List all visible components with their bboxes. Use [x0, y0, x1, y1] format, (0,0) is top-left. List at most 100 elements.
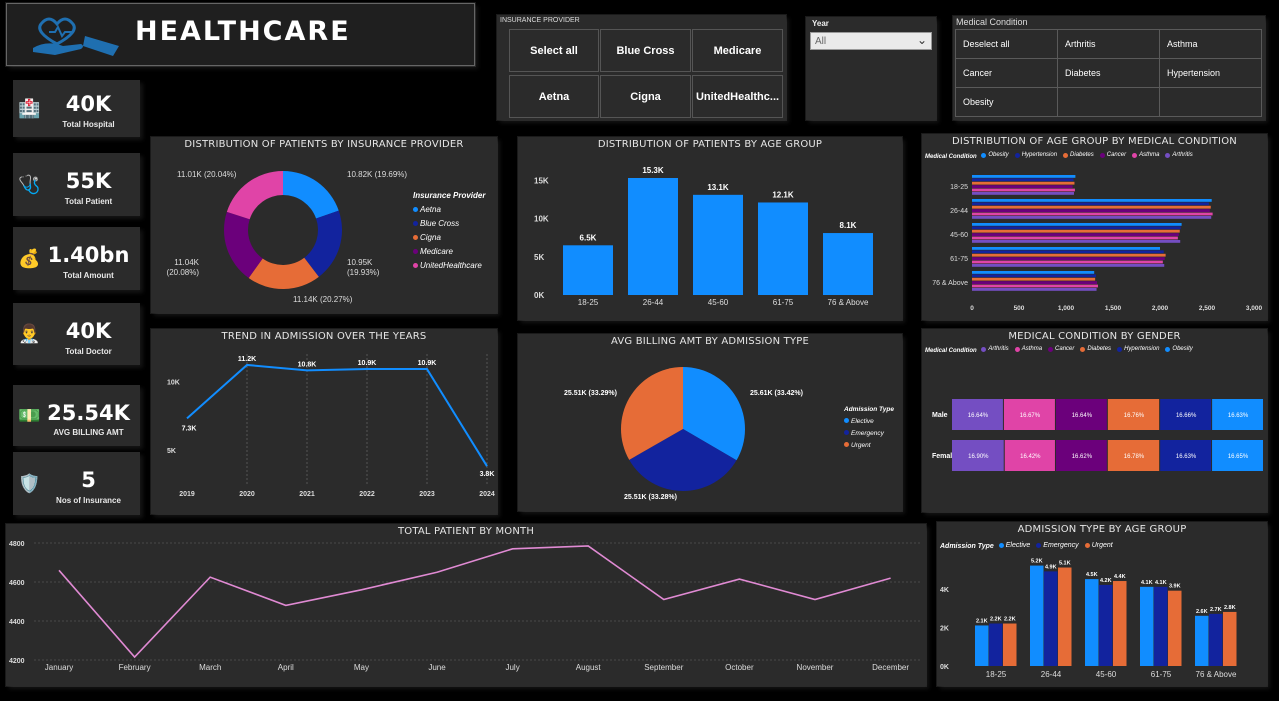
bar[interactable] — [972, 212, 1213, 216]
legend-title: Insurance Provider — [413, 191, 486, 200]
condition-option-hypertension[interactable]: Hypertension — [1159, 58, 1262, 88]
x-tick-label: October — [725, 663, 754, 672]
bar[interactable] — [972, 226, 1181, 230]
slicer-option-cigna[interactable]: Cigna — [600, 75, 691, 118]
bar[interactable] — [1044, 571, 1058, 666]
legend-item-cigna[interactable]: Cigna — [413, 231, 485, 245]
bar[interactable] — [972, 284, 1098, 288]
data-label: 3.8K — [480, 471, 495, 478]
month-line[interactable] — [58, 545, 891, 659]
slicer-option-blue-cross[interactable]: Blue Cross — [600, 29, 691, 72]
condition-option-arthritis[interactable]: Arthritis — [1057, 29, 1160, 59]
bar[interactable] — [972, 178, 1074, 182]
slicer-option-unitedhealthcare[interactable]: UnitedHealthc... — [692, 75, 783, 118]
bar[interactable] — [1223, 611, 1237, 666]
legend-item-unitedhealthcare[interactable]: UnitedHealthcare — [413, 259, 485, 273]
bar[interactable] — [1113, 581, 1127, 666]
bar[interactable] — [972, 199, 1212, 202]
legend-item-emergency[interactable]: Emergency — [844, 428, 894, 440]
bar[interactable] — [1085, 579, 1099, 666]
bar[interactable] — [972, 181, 1075, 185]
condition-option-obesity[interactable]: Obesity — [955, 87, 1058, 117]
bar[interactable] — [972, 274, 1097, 278]
x-tick-label: 2021 — [299, 491, 315, 498]
condition-option-deselect-all[interactable]: Deselect all — [955, 29, 1058, 59]
legend-item-blue-cross[interactable]: Blue Cross — [413, 217, 485, 231]
bar[interactable] — [823, 233, 873, 295]
condition-by-gender-chart[interactable]: Male 16.64% 16.67% 16.64% 16.76% 16.66% 16.63%… — [922, 329, 1267, 512]
bar[interactable] — [972, 253, 1166, 257]
bar[interactable] — [972, 175, 1076, 178]
admission-by-age-chart[interactable]: 0K2K4K2.1K 2.2K 2.2K18-255.2K4.9K5.1K26-44… — [937, 522, 1267, 686]
bar[interactable] — [972, 233, 1179, 236]
kpi-value: 1.40bn — [47, 243, 130, 267]
bar[interactable] — [563, 245, 613, 295]
bar[interactable] — [972, 271, 1095, 274]
bar[interactable] — [972, 240, 1181, 243]
bar[interactable] — [972, 236, 1178, 240]
bar[interactable] — [972, 277, 1096, 281]
heart-hand-icon — [33, 17, 119, 56]
bar[interactable] — [972, 223, 1182, 226]
age-group-bar-chart[interactable]: 0K 5K 10K 15K 6.5K 18-25 15.3K 26-44 13.1K 45-60 1… — [518, 137, 902, 320]
bar[interactable] — [989, 623, 1003, 666]
bar[interactable] — [975, 625, 989, 666]
data-label: 2.2K — [990, 617, 1002, 623]
data-label: 16.65% — [1228, 454, 1249, 460]
bar[interactable] — [1030, 565, 1044, 666]
slicer-option-aetna[interactable]: Aetna — [509, 75, 599, 118]
bar[interactable] — [1195, 615, 1209, 666]
x-tick-label: January — [45, 663, 73, 672]
bar[interactable] — [972, 216, 1212, 219]
bar[interactable] — [972, 185, 1073, 188]
insurance-provider-slicer: INSURANCE PROVIDER Select all Blue Cross… — [497, 15, 786, 120]
bar[interactable] — [972, 288, 1097, 291]
bar[interactable] — [1140, 586, 1154, 666]
bar[interactable] — [972, 209, 1210, 212]
bar[interactable] — [1154, 586, 1168, 666]
bar[interactable] — [972, 188, 1075, 192]
y-tick-label: 5K — [167, 448, 176, 455]
bar[interactable] — [972, 202, 1209, 206]
bar[interactable] — [693, 194, 743, 295]
legend-item-elective[interactable]: Elective — [844, 416, 894, 428]
bar[interactable] — [972, 205, 1211, 209]
year-dropdown[interactable]: All ⌄ — [810, 32, 932, 50]
bar[interactable] — [628, 178, 678, 295]
insurance-donut-panel: DISTRIBUTION OF PATIENTS BY INSURANCE PR… — [151, 137, 497, 313]
bar[interactable] — [1058, 567, 1072, 666]
bar[interactable] — [972, 281, 1098, 284]
admission-trend-line-chart[interactable]: 5K 10K 2019 2020 2021 2022 2023 2024 7.3K 11.2K 10… — [151, 329, 497, 514]
donut-slice[interactable] — [283, 171, 339, 219]
bar[interactable] — [972, 229, 1180, 233]
condition-option-diabetes[interactable]: Diabetes — [1057, 58, 1160, 88]
data-label: 25.61K (33.42%) — [750, 390, 803, 397]
age-by-condition-chart[interactable]: 0 500 1,000 1,500 2,000 2,500 3,000 18-25 26-44 4… — [922, 134, 1267, 320]
bar[interactable] — [972, 257, 1165, 260]
condition-option-cancer[interactable]: Cancer — [955, 58, 1058, 88]
data-label: 2.8K — [1224, 605, 1236, 611]
x-tick-label: 76 & Above — [1196, 670, 1237, 679]
bar[interactable] — [972, 264, 1165, 267]
legend-item-urgent[interactable]: Urgent — [844, 440, 894, 452]
bar[interactable] — [1003, 623, 1017, 666]
bar[interactable] — [972, 247, 1160, 250]
bar[interactable] — [1168, 590, 1182, 666]
y-tick-label: 4K — [940, 587, 949, 594]
bar[interactable] — [972, 260, 1163, 264]
bar[interactable] — [758, 202, 808, 295]
y-tick-label: Male — [932, 412, 948, 419]
legend-item-aetna[interactable]: Aetna — [413, 203, 485, 217]
slicer-option-medicare[interactable]: Medicare — [692, 29, 783, 72]
legend-item-medicare[interactable]: Medicare — [413, 245, 485, 259]
patient-by-month-line-chart[interactable]: 4200 4400 4600 4800 January February March Apri… — [6, 524, 926, 686]
bar[interactable] — [1209, 613, 1223, 666]
legend-label: Emergency — [851, 430, 884, 437]
condition-option-asthma[interactable]: Asthma — [1159, 29, 1262, 59]
x-tick-label: 76 & Above — [828, 298, 869, 307]
bar[interactable] — [972, 192, 1074, 195]
bar[interactable] — [1099, 584, 1113, 666]
slicer-option-select-all[interactable]: Select all — [509, 29, 599, 72]
bar[interactable] — [972, 250, 1164, 254]
trend-line[interactable] — [186, 363, 488, 467]
